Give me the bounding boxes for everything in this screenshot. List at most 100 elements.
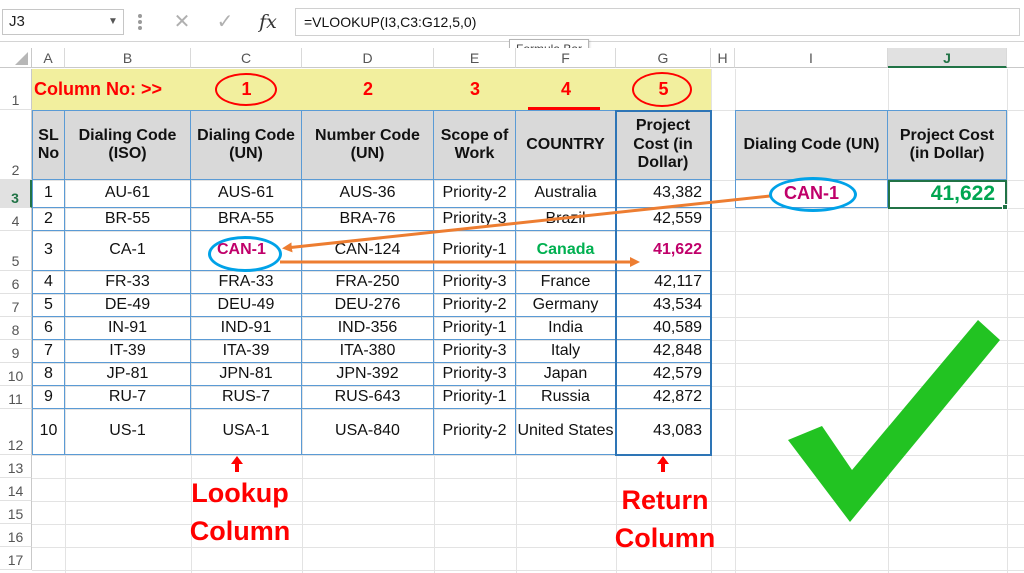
table-cell[interactable]: 43,534 bbox=[616, 294, 711, 317]
column-header-g[interactable]: G bbox=[616, 48, 711, 68]
table-cell[interactable]: BRA-55 bbox=[191, 208, 302, 231]
column-header-c[interactable]: C bbox=[191, 48, 302, 68]
table-cell[interactable]: 43,083 bbox=[616, 409, 711, 455]
column-header-h[interactable]: H bbox=[711, 48, 735, 68]
row-header-2[interactable]: 2 bbox=[0, 110, 32, 180]
row-header-4[interactable]: 4 bbox=[0, 208, 32, 231]
table-cell[interactable]: USA-1 bbox=[191, 409, 302, 455]
row-header-12[interactable]: 12 bbox=[0, 409, 32, 455]
row-header-11[interactable]: 11 bbox=[0, 386, 32, 409]
table-header-country[interactable]: COUNTRY bbox=[516, 111, 616, 180]
table-cell[interactable]: 2 bbox=[33, 208, 65, 231]
table-cell[interactable]: Russia bbox=[516, 386, 616, 409]
table-cell[interactable]: FRA-250 bbox=[302, 271, 434, 294]
return-value-cell[interactable]: 41,622 bbox=[616, 231, 711, 271]
table-header-scope-of-work[interactable]: Scope of Work bbox=[434, 111, 516, 180]
formula-input[interactable]: =VLOOKUP(I3,C3:G12,5,0) bbox=[295, 8, 1020, 36]
table-cell[interactable]: Brazil bbox=[516, 208, 616, 231]
table-cell[interactable]: 40,589 bbox=[616, 317, 711, 340]
table-cell[interactable]: 43,382 bbox=[616, 180, 711, 208]
column-number-f[interactable]: 4 bbox=[516, 69, 616, 110]
column-header-i[interactable]: I bbox=[735, 48, 888, 68]
enter-icon[interactable]: ✓ bbox=[208, 8, 242, 36]
column-header-j[interactable]: J bbox=[888, 48, 1007, 68]
table-cell[interactable]: DEU-276 bbox=[302, 294, 434, 317]
table-cell[interactable]: Priority-1 bbox=[434, 231, 516, 271]
table-cell[interactable]: RU-7 bbox=[65, 386, 191, 409]
table-cell[interactable]: 42,848 bbox=[616, 340, 711, 363]
country-match-cell[interactable]: Canada bbox=[516, 231, 616, 271]
table-cell[interactable]: 9 bbox=[33, 386, 65, 409]
column-header-a[interactable]: A bbox=[32, 48, 65, 68]
table-cell[interactable]: DEU-49 bbox=[191, 294, 302, 317]
table-cell[interactable]: IND-356 bbox=[302, 317, 434, 340]
column-header-b[interactable]: B bbox=[65, 48, 191, 68]
table-cell[interactable]: JP-81 bbox=[65, 363, 191, 386]
row-header-5[interactable]: 5 bbox=[0, 231, 32, 271]
table-cell[interactable]: CAN-124 bbox=[302, 231, 434, 271]
table-cell[interactable]: FRA-33 bbox=[191, 271, 302, 294]
table-header-dialing-code-iso[interactable]: Dialing Code (ISO) bbox=[65, 111, 191, 180]
table-cell[interactable]: 8 bbox=[33, 363, 65, 386]
table-cell[interactable]: Priority-3 bbox=[434, 208, 516, 231]
table-cell[interactable]: CA-1 bbox=[65, 231, 191, 271]
row-header-7[interactable]: 7 bbox=[0, 294, 32, 317]
dropdown-arrow-icon[interactable]: ▼ bbox=[104, 9, 122, 35]
table-cell[interactable]: AUS-61 bbox=[191, 180, 302, 208]
table-cell[interactable]: US-1 bbox=[65, 409, 191, 455]
table-cell[interactable]: JPN-392 bbox=[302, 363, 434, 386]
table-cell[interactable]: RUS-7 bbox=[191, 386, 302, 409]
table-cell[interactable]: 10 bbox=[33, 409, 65, 455]
table-cell[interactable]: Priority-2 bbox=[434, 294, 516, 317]
row-header-14[interactable]: 14 bbox=[0, 478, 32, 501]
lookup-header-project-cost[interactable]: Project Cost (in Dollar) bbox=[888, 110, 1007, 180]
table-cell[interactable]: USA-840 bbox=[302, 409, 434, 455]
row-header-13[interactable]: 13 bbox=[0, 455, 32, 478]
insert-function-icon[interactable]: fx bbox=[250, 8, 286, 36]
column-header-k[interactable] bbox=[1007, 48, 1024, 68]
column-header-d[interactable]: D bbox=[302, 48, 434, 68]
row-header-15[interactable]: 15 bbox=[0, 501, 32, 524]
table-cell[interactable]: India bbox=[516, 317, 616, 340]
table-cell[interactable]: Australia bbox=[516, 180, 616, 208]
column-header-e[interactable]: E bbox=[434, 48, 516, 68]
table-cell[interactable]: Priority-1 bbox=[434, 386, 516, 409]
table-cell[interactable]: Priority-2 bbox=[434, 180, 516, 208]
row-header-8[interactable]: 8 bbox=[0, 317, 32, 340]
column-number-e[interactable]: 3 bbox=[434, 69, 516, 110]
row-header-3[interactable]: 3 bbox=[0, 180, 32, 208]
table-cell[interactable]: BR-55 bbox=[65, 208, 191, 231]
table-cell[interactable]: ITA-380 bbox=[302, 340, 434, 363]
table-cell[interactable]: 42,872 bbox=[616, 386, 711, 409]
table-cell[interactable]: 3 bbox=[33, 231, 65, 271]
result-cell[interactable]: 41,622 bbox=[888, 180, 1007, 209]
row-header-16[interactable]: 16 bbox=[0, 524, 32, 547]
column-header-f[interactable]: F bbox=[516, 48, 616, 68]
table-cell[interactable]: 42,117 bbox=[616, 271, 711, 294]
row-header-6[interactable]: 6 bbox=[0, 271, 32, 294]
table-cell[interactable]: IT-39 bbox=[65, 340, 191, 363]
table-cell[interactable]: 6 bbox=[33, 317, 65, 340]
table-cell[interactable]: France bbox=[516, 271, 616, 294]
table-cell[interactable]: Italy bbox=[516, 340, 616, 363]
table-cell[interactable]: Germany bbox=[516, 294, 616, 317]
table-cell[interactable]: United States bbox=[516, 409, 616, 455]
row-header-17[interactable]: 17 bbox=[0, 547, 32, 570]
table-cell[interactable]: BRA-76 bbox=[302, 208, 434, 231]
table-cell[interactable]: Priority-3 bbox=[434, 271, 516, 294]
table-cell[interactable]: 5 bbox=[33, 294, 65, 317]
table-header-dialing-code-un[interactable]: Dialing Code (UN) bbox=[191, 111, 302, 180]
table-cell[interactable]: 42,559 bbox=[616, 208, 711, 231]
table-cell[interactable]: Japan bbox=[516, 363, 616, 386]
table-cell[interactable]: Priority-2 bbox=[434, 409, 516, 455]
fill-handle[interactable] bbox=[1002, 204, 1008, 210]
table-header-number-code-un[interactable]: Number Code (UN) bbox=[302, 111, 434, 180]
table-cell[interactable]: 4 bbox=[33, 271, 65, 294]
table-cell[interactable]: Priority-3 bbox=[434, 363, 516, 386]
table-cell[interactable]: 42,579 bbox=[616, 363, 711, 386]
column-number-d[interactable]: 2 bbox=[302, 69, 434, 110]
table-cell[interactable]: JPN-81 bbox=[191, 363, 302, 386]
table-cell[interactable]: Priority-3 bbox=[434, 340, 516, 363]
cancel-icon[interactable]: ✕ bbox=[165, 8, 199, 36]
table-header-project-cost[interactable]: Project Cost (in Dollar) bbox=[616, 111, 711, 180]
